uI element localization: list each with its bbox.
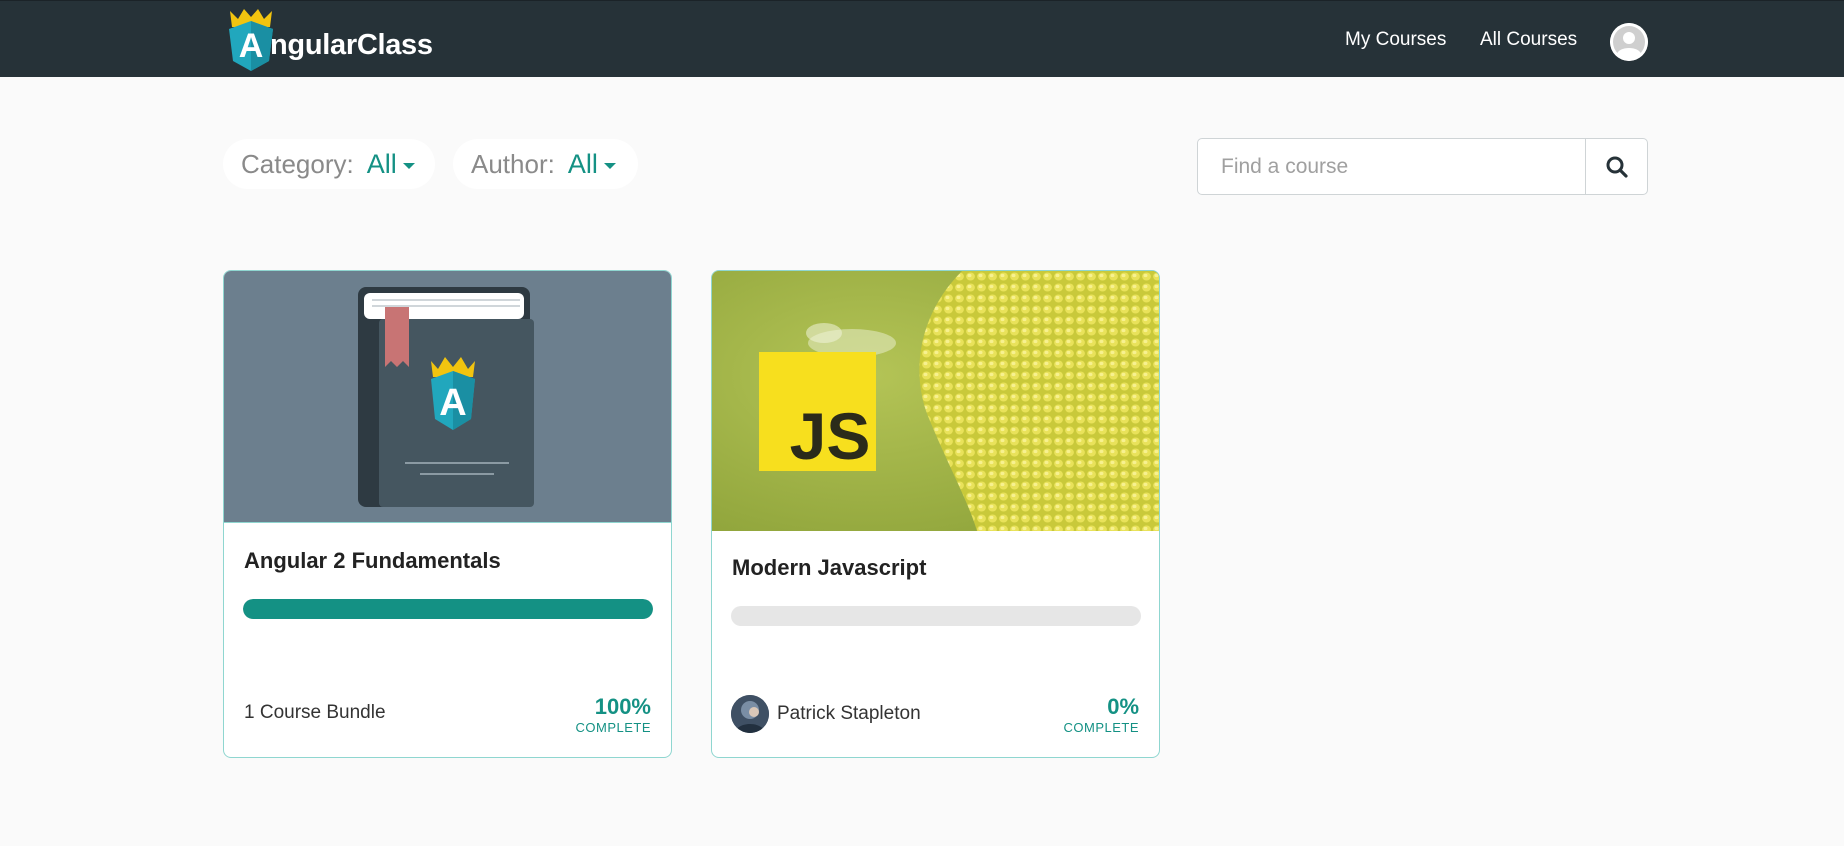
course-card-javascript[interactable]: JS Modern Javascript Patrick Stapleton 0… [711,270,1160,758]
js-cover-image: JS [712,271,1159,531]
category-filter-value: All [366,148,397,179]
nav-all-courses[interactable]: All Courses [1480,29,1577,51]
author-filter-label: Author: [471,148,555,179]
nav-my-courses[interactable]: My Courses [1345,29,1446,51]
author-name[interactable]: Patrick Stapleton [777,703,921,725]
author-photo-icon [731,695,769,733]
completion-label: COMPLETE [1063,720,1139,736]
search-input[interactable] [1198,139,1585,194]
user-silhouette-icon [1610,23,1648,61]
completion-percent: 100% [594,694,651,719]
completion-label: COMPLETE [575,720,651,736]
user-avatar[interactable] [1610,23,1648,61]
course-image-book: A [224,271,671,523]
logo-text: ngularClass [270,28,433,61]
course-bundle-label: 1 Course Bundle [244,702,386,723]
caret-down-icon [603,163,616,169]
search-icon [1606,156,1628,178]
angularclass-logo[interactable]: A ngularClass [226,7,433,73]
course-completion: 0% COMPLETE [1063,694,1139,736]
course-progress-fill [243,599,653,619]
course-card-angular[interactable]: A Angular 2 Fundamentals 1 Course Bundle… [223,270,672,758]
course-bundle-meta: 1 Course Bundle [244,702,386,724]
author-filter-value: All [567,148,598,179]
course-search [1197,138,1648,195]
caret-down-icon [402,163,415,169]
top-navbar: A ngularClass My Courses All Courses [0,0,1844,77]
course-image-js: JS [712,271,1159,531]
author-avatar [731,695,769,733]
course-author: Patrick Stapleton [731,695,921,733]
angular-shield-icon: A [226,7,276,73]
course-progress-bar [243,599,653,619]
author-filter: Author: All [453,139,638,189]
course-progress-bar [731,606,1141,626]
svg-text:A: A [239,27,264,65]
course-title[interactable]: Modern Javascript [732,555,926,581]
course-title[interactable]: Angular 2 Fundamentals [244,548,501,574]
category-filter-dropdown[interactable]: All [367,149,415,180]
category-filter: Category: All [223,139,435,189]
nav-all-courses-wrap: All Courses [1480,1,1577,78]
svg-text:A: A [439,382,466,424]
author-filter-dropdown[interactable]: All [568,149,616,180]
angular-book-icon: A [358,287,534,507]
course-completion: 100% COMPLETE [575,694,651,736]
completion-percent: 0% [1107,694,1139,719]
nav-my-courses-wrap: My Courses [1345,1,1446,78]
category-filter-label: Category: [241,148,354,179]
svg-text:JS: JS [790,399,871,473]
search-button[interactable] [1585,139,1647,194]
